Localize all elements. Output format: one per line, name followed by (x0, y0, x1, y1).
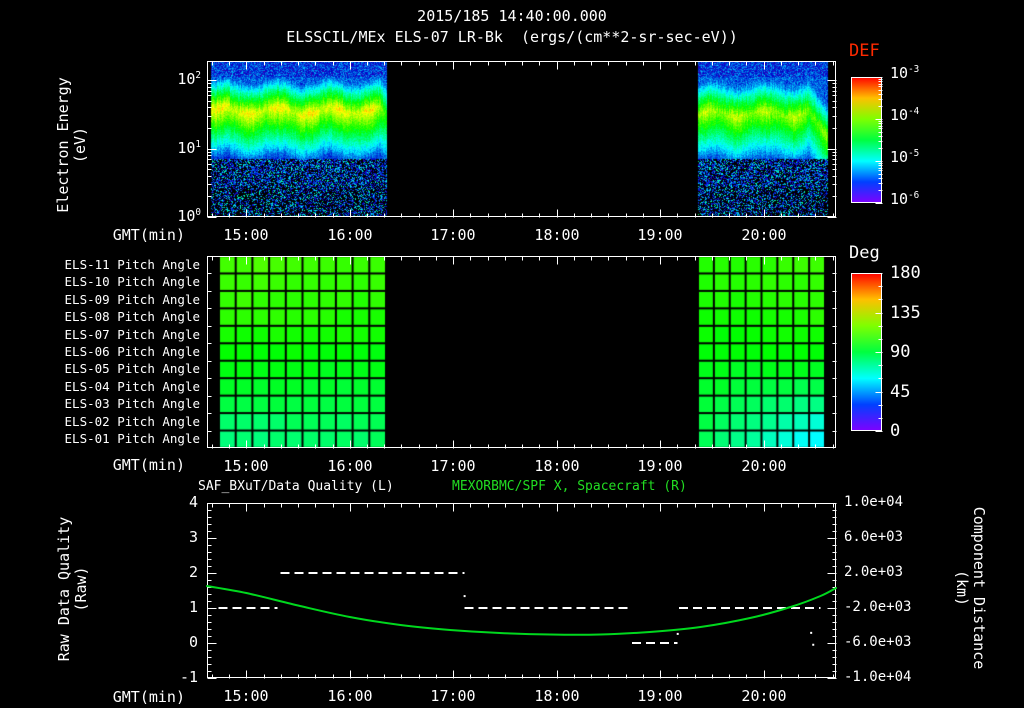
quality-tick-label: 1 (164, 598, 198, 616)
x-tick-label: 19:00 (633, 457, 687, 475)
distance-axis-title-line2: (km) (953, 438, 970, 708)
row-label: ELS-06 Pitch Angle (58, 344, 200, 359)
x-tick-label: 19:00 (633, 687, 687, 705)
row-label: ELS-11 Pitch Angle (58, 257, 200, 272)
x-tick-label: 16:00 (323, 687, 377, 705)
x-tick-label: 20:00 (737, 226, 791, 244)
page-title-datetime: 2015/185 14:40:00.000 (0, 7, 1024, 25)
distance-tick-label: -1.0e+04 (844, 669, 911, 685)
deg-colorbar (851, 273, 882, 431)
row-label: ELS-07 Pitch Angle (58, 327, 200, 342)
x-tick-label: 19:00 (633, 226, 687, 244)
data-speck (812, 644, 814, 646)
x-tick-label: 15:00 (219, 226, 273, 244)
x-tick-label: 18:00 (530, 687, 584, 705)
right-series-title: MEXORBMC/SPF X, Spacecraft (R) (452, 479, 687, 494)
distance-tick-label: 6.0e+03 (844, 529, 903, 545)
energy-axis-title-line2: (eV) (72, 0, 89, 295)
def-colorbar (851, 77, 882, 203)
row-label: ELS-03 Pitch Angle (58, 396, 200, 411)
data-speck (677, 633, 679, 635)
x-tick-label: 15:00 (219, 687, 273, 705)
energy-tick-label: 102 (155, 70, 201, 88)
quality-axis-title-line1: Raw Data Quality (56, 439, 73, 708)
quality-tick-label: 0 (164, 633, 198, 651)
row-label: ELS-01 Pitch Angle (58, 431, 200, 446)
x-tick-label: 20:00 (737, 687, 791, 705)
gmt-label-panel2: GMT(min) (95, 456, 185, 474)
quality-axis-title-line2: (Raw) (73, 439, 90, 708)
def-colorbar-title: DEF (849, 41, 880, 61)
distance-tick-label: 1.0e+04 (844, 494, 903, 510)
gmt-label-panel1: GMT(min) (95, 226, 185, 244)
deg-tick-label: 45 (890, 382, 910, 402)
x-tick-label: 15:00 (219, 457, 273, 475)
x-tick-label: 17:00 (426, 687, 480, 705)
row-label: ELS-10 Pitch Angle (58, 274, 200, 289)
deg-tick-label: 180 (890, 263, 921, 283)
x-tick-label: 20:00 (737, 457, 791, 475)
row-label: ELS-08 Pitch Angle (58, 309, 200, 324)
row-label: ELS-04 Pitch Angle (58, 379, 200, 394)
gmt-label-panel3: GMT(min) (95, 688, 185, 706)
energy-axis-title-line1: Electron Energy (55, 0, 72, 295)
left-series-title: SAF_BXuT/Data Quality (L) (198, 479, 394, 494)
distance-tick-label: 2.0e+03 (844, 564, 903, 580)
deg-tick-label: 90 (890, 342, 910, 362)
quality-tick-label: 2 (164, 563, 198, 581)
def-tick-label: 10-3 (890, 64, 919, 82)
deg-colorbar-title: Deg (849, 243, 880, 263)
row-label: ELS-09 Pitch Angle (58, 292, 200, 307)
x-tick-label: 17:00 (426, 457, 480, 475)
x-tick-label: 18:00 (530, 457, 584, 475)
distance-tick-label: -6.0e+03 (844, 634, 911, 650)
quality-axis-title: Raw Data Quality (Raw) (56, 439, 90, 708)
quality-tick-label: 3 (164, 528, 198, 546)
deg-tick-label: 0 (890, 421, 900, 441)
tplot-display-page: 2015/185 14:40:00.000 ELSSCIL/MEx ELS-07… (0, 0, 1024, 708)
data-speck (810, 632, 812, 634)
pitch-angle-canvas (207, 256, 836, 448)
x-tick-label: 18:00 (530, 226, 584, 244)
deg-tick-label: 135 (890, 303, 921, 323)
row-label: ELS-02 Pitch Angle (58, 414, 200, 429)
distance-axis-title: Component Distance (km) (953, 438, 987, 708)
spacecraft-x-curve (207, 586, 836, 635)
def-tick-label: 10-5 (890, 148, 919, 166)
distance-axis-title-line1: Component Distance (970, 438, 987, 708)
energy-tick-label: 101 (155, 139, 201, 157)
quality-tick-label: 4 (164, 493, 198, 511)
quality-tick-label: -1 (164, 668, 198, 686)
energy-axis-title: Electron Energy (eV) (55, 0, 89, 295)
x-tick-label: 16:00 (323, 226, 377, 244)
data-speck (464, 595, 466, 597)
distance-tick-label: -2.0e+03 (844, 599, 911, 615)
row-label: ELS-05 Pitch Angle (58, 361, 200, 376)
def-tick-label: 10-6 (890, 190, 919, 208)
line-plot-panel-frame (208, 504, 836, 678)
x-tick-label: 17:00 (426, 226, 480, 244)
def-tick-label: 10-4 (890, 106, 919, 124)
energy-tick-label: 100 (155, 207, 201, 225)
electron-spectrogram-canvas (207, 61, 836, 217)
x-tick-label: 16:00 (323, 457, 377, 475)
